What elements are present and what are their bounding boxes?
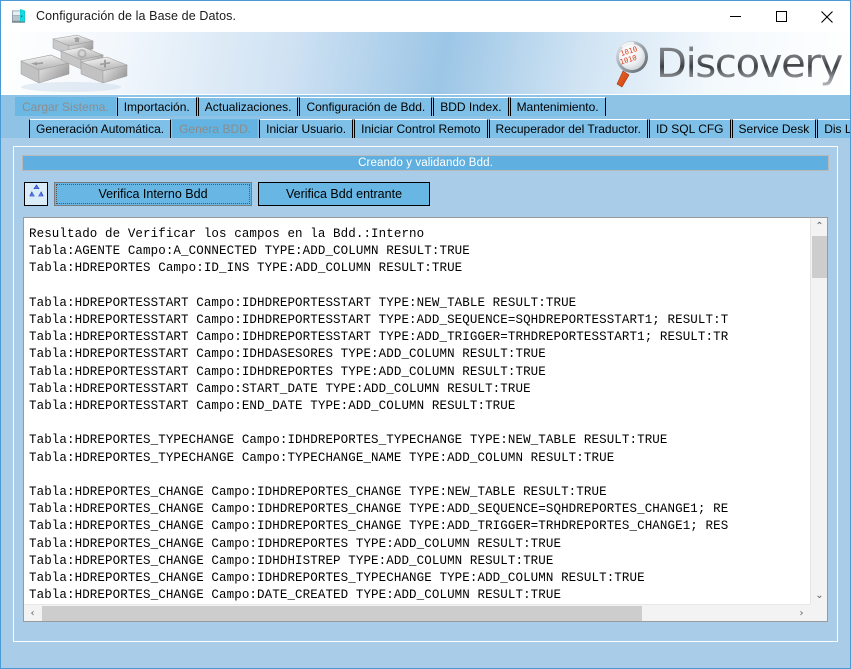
scroll-down-icon[interactable]: ⌄ — [811, 587, 827, 604]
scroll-right-icon[interactable]: › — [793, 605, 810, 621]
tab-dis-log[interactable]: Dis Log — [817, 119, 850, 138]
tab-generacion-automatica[interactable]: Generación Automática. — [29, 119, 172, 138]
tab-iniciar-usuario[interactable]: Iniciar Usuario. — [259, 119, 354, 138]
tab-id-sql-cfg[interactable]: ID SQL CFG — [648, 119, 731, 138]
app-banner: 1010 1010 Discovery — [1, 32, 850, 95]
window-title: Configuración de la Base de Datos. — [36, 9, 237, 23]
log-horizontal-scrollbar[interactable]: ‹ › — [24, 604, 810, 621]
tab-importacion[interactable]: Importación. — [116, 97, 197, 116]
action-toolbar: Verifica Interno Bdd Verifica Bdd entran… — [24, 182, 831, 206]
tab-iniciar-control-remoto[interactable]: Iniciar Control Remoto — [354, 119, 488, 138]
scrollbar-corner — [810, 604, 827, 621]
tab-bdd-index[interactable]: BDD Index. — [433, 97, 509, 116]
tab-recuperador-del-traductor[interactable]: Recuperador del Traductor. — [488, 119, 648, 138]
database-config-icon — [10, 7, 28, 25]
scroll-left-icon[interactable]: ‹ — [24, 605, 41, 621]
discovery-logo: 1010 1010 Discovery — [604, 35, 843, 93]
tab-mantenimiento[interactable]: Mantenimiento. — [509, 97, 606, 116]
secondary-tab-bar: Generación Automática. Genera BDD. Inici… — [1, 116, 850, 138]
tab-cargar-sistema[interactable]: Cargar Sistema. — [15, 97, 116, 116]
logo-wordmark: Discovery — [656, 41, 843, 87]
horizontal-scroll-thumb[interactable] — [42, 606, 642, 621]
title-bar: Configuración de la Base de Datos. — [1, 1, 850, 32]
tab-configuracion-de-bdd[interactable]: Configuración de Bdd. — [299, 97, 433, 116]
recycle-refresh-icon — [28, 183, 45, 205]
log-vertical-scrollbar[interactable]: ⌃ ⌄ — [810, 218, 827, 604]
keyboard-keys-image — [7, 33, 139, 94]
application-window: Configuración de la Base de Datos. 1010 … — [0, 0, 851, 669]
tab-actualizaciones[interactable]: Actualizaciones. — [197, 97, 299, 116]
tab-genera-bdd[interactable]: Genera BDD. — [172, 119, 259, 138]
client-area: Creando y validando Bdd. Verifica Intern… — [1, 138, 850, 652]
verifica-interno-bdd-button[interactable]: Verifica Interno Bdd — [54, 182, 252, 206]
refresh-button[interactable] — [24, 182, 48, 206]
window-controls — [712, 1, 850, 32]
scroll-up-icon[interactable]: ⌃ — [811, 218, 827, 235]
maximize-button[interactable] — [758, 1, 804, 32]
status-banner: Creando y validando Bdd. — [22, 155, 829, 171]
vertical-scroll-thumb[interactable] — [812, 236, 827, 278]
minimize-button[interactable] — [712, 1, 758, 32]
tab-service-desk[interactable]: Service Desk — [731, 119, 817, 138]
verification-log-panel: Resultado de Verificar los campos en la … — [23, 217, 828, 622]
verification-log-text[interactable]: Resultado de Verificar los campos en la … — [24, 218, 809, 603]
magnifier-binary-icon: 1010 1010 — [604, 36, 660, 92]
close-button[interactable] — [804, 1, 850, 32]
genera-bdd-panel: Creando y validando Bdd. Verifica Intern… — [13, 146, 838, 642]
verifica-bdd-entrante-button[interactable]: Verifica Bdd entrante — [258, 182, 430, 206]
primary-tab-bar: Cargar Sistema. Importación. Actualizaci… — [1, 95, 850, 116]
